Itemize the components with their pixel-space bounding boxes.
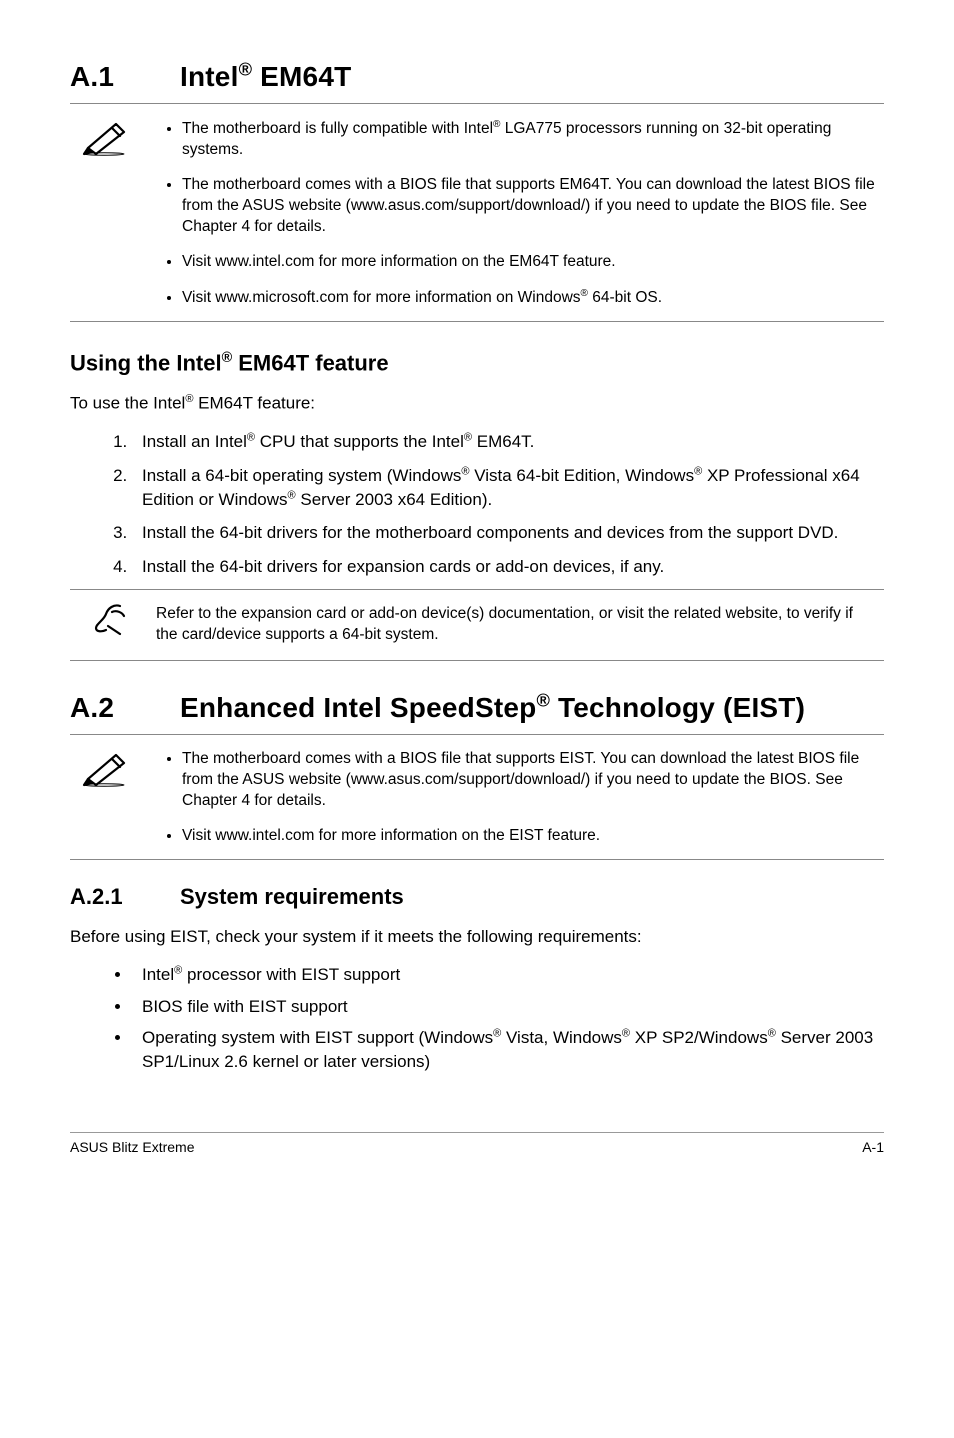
section-title-text: Intel® EM64T [180, 61, 351, 92]
note-list: The motherboard comes with a BIOS file t… [156, 749, 878, 847]
note-box-a2: The motherboard comes with a BIOS file t… [70, 734, 884, 860]
requirements-list: Intel® processor with EIST support BIOS f… [70, 963, 884, 1074]
note-body: The motherboard comes with a BIOS file t… [156, 745, 878, 849]
note-body: Refer to the expansion card or add-on de… [156, 600, 878, 650]
note-list-item: Visit www.intel.com for more information… [182, 252, 878, 273]
using-steps-item: Install an Intel® CPU that supports the … [132, 430, 884, 454]
requirements-list-item: BIOS file with EIST support [132, 995, 884, 1019]
note-list: The motherboard is fully compatible with… [156, 118, 878, 309]
subsection-title-text: System requirements [180, 884, 404, 909]
requirements-intro: Before using EIST, check your system if … [70, 926, 884, 949]
subheading-a21: A.2.1System requirements [70, 884, 884, 910]
note-body: The motherboard is fully compatible with… [156, 114, 878, 311]
using-steps-item: Install the 64-bit drivers for expansion… [132, 555, 884, 579]
pencil-icon [76, 114, 138, 156]
using-intro: To use the Intel® EM64T feature: [70, 392, 884, 416]
section-heading-a2: A.2Enhanced Intel SpeedStep® Technology … [70, 691, 884, 724]
section-heading-a1: A.1Intel® EM64T [70, 60, 884, 93]
note-list-item: The motherboard comes with a BIOS file t… [182, 175, 878, 238]
footer-right: A-1 [862, 1139, 884, 1155]
note-list-item: Visit www.microsoft.com for more informa… [182, 287, 878, 309]
note-refer-text: Refer to the expansion card or add-on de… [156, 604, 878, 646]
requirements-list-item: Intel® processor with EIST support [132, 963, 884, 987]
subheading-using-em64t: Using the Intel® EM64T feature [70, 350, 884, 376]
requirements-list-item: Operating system with EIST support (Wind… [132, 1026, 884, 1074]
subsection-number: A.2.1 [70, 884, 180, 910]
footer-left: ASUS Blitz Extreme [70, 1139, 194, 1155]
note-box-a1: The motherboard is fully compatible with… [70, 103, 884, 322]
note-list-item: Visit www.intel.com for more information… [182, 826, 878, 847]
section-title-text: Enhanced Intel SpeedStep® Technology (EI… [180, 692, 805, 723]
pencil-icon [76, 745, 138, 787]
note-box-refer: Refer to the expansion card or add-on de… [70, 589, 884, 661]
using-steps-item: Install the 64-bit drivers for the mothe… [132, 521, 884, 545]
note-list-item: The motherboard comes with a BIOS file t… [182, 749, 878, 812]
section-number: A.1 [70, 61, 180, 93]
using-steps: Install an Intel® CPU that supports the … [70, 430, 884, 579]
info-icon [76, 600, 138, 638]
section-number: A.2 [70, 692, 180, 724]
page-footer: ASUS Blitz Extreme A-1 [70, 1132, 884, 1155]
using-steps-item: Install a 64-bit operating system (Windo… [132, 464, 884, 512]
note-list-item: The motherboard is fully compatible with… [182, 118, 878, 161]
